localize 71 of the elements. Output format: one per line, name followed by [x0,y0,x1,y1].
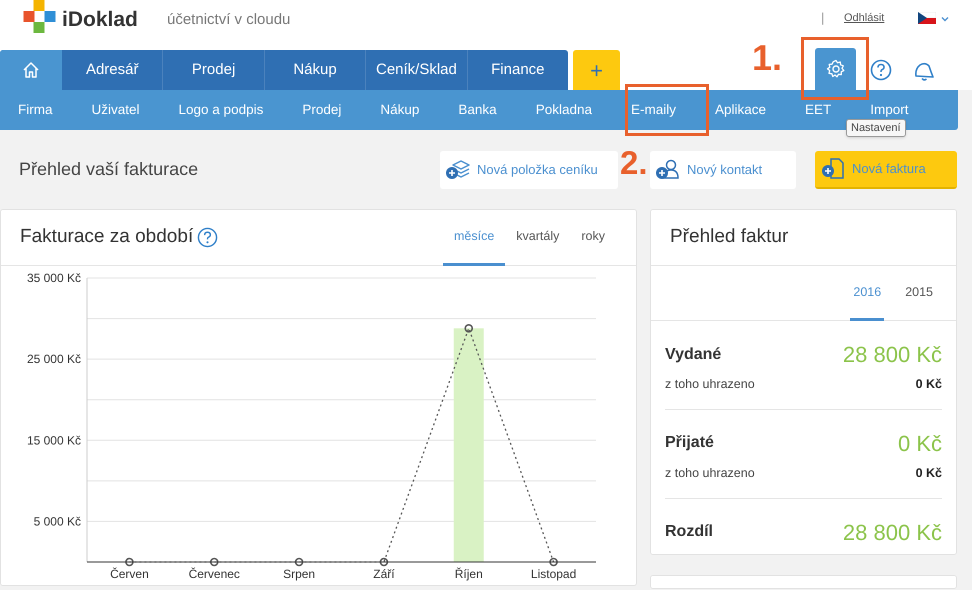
person-plus-icon [655,158,681,181]
help-icon[interactable] [197,227,218,248]
x-tick-label: Září [373,567,395,581]
x-tick-label: Říjen [454,567,483,581]
settings-button[interactable] [815,48,856,90]
year-tab[interactable]: 2016 [850,266,884,321]
tagline: účetnictví v cloudu [167,10,290,30]
data-point [549,558,558,566]
document-plus-icon [820,157,846,180]
sub-nav-link[interactable]: Firma [18,100,52,120]
sub-label: z toho uhrazeno [665,376,755,393]
highlight-frame [801,37,869,100]
data-point [210,558,219,566]
data-point [125,558,134,566]
summary-amount: 0 Kč [898,430,942,458]
period-tab[interactable]: měsíce [443,210,506,266]
summary-amount: 28 800 Kč [842,518,942,546]
layers-plus-icon [445,158,471,181]
year-tab[interactable]: 2015 [902,266,936,321]
card-title: Přehled faktur [670,225,788,250]
add-button[interactable]: + [573,50,620,90]
sub-nav-link[interactable]: Uživatel [92,100,140,120]
summary-amount: 28 800 Kč [842,341,942,369]
x-tick-label: Listopad [530,567,576,581]
sub-amount: 0 Kč [916,464,942,482]
y-tick-label: 5 000 Kč [34,514,81,528]
sub-nav-link[interactable]: Nákup [380,100,420,120]
period-tab[interactable]: kvartály [505,210,570,266]
sub-nav-link[interactable]: EET [805,100,832,120]
sub-nav-link[interactable]: Banka [458,100,497,120]
step-number: 1. [752,40,782,76]
data-point [380,558,388,566]
page-title: Přehled vaší fakturace [19,158,200,181]
sub-nav-link[interactable]: Prodej [302,100,342,120]
period-tab[interactable]: roky [570,210,616,266]
bell-icon[interactable] [912,60,936,82]
sub-nav-link[interactable]: Logo a podpis [178,100,264,120]
y-tick-label: 35 000 Kč [26,271,81,285]
sub-nav-link[interactable]: Import [870,100,909,120]
new-contact-button[interactable]: Nový kontakt [650,150,796,188]
y-tick-label: 15 000 Kč [26,433,81,448]
nav-tab[interactable]: Adresář [62,50,162,90]
new-price-item-button[interactable]: Nová položka ceníku [440,150,618,188]
flag-icon[interactable] [918,12,936,24]
x-tick-label: Červenec [188,567,240,581]
home-icon [22,61,40,79]
sub-nav-link[interactable]: Aplikace [715,100,766,120]
step-number: 2. [620,146,648,179]
help-icon[interactable] [870,59,892,81]
summary-label: Přijaté [665,433,714,454]
home-tab[interactable] [0,50,62,90]
tooltip: Nastavení [846,119,906,137]
sub-amount: 0 Kč [916,376,942,393]
x-tick-label: Červen [110,567,149,581]
brand-name[interactable]: iDoklad [62,4,138,36]
data-point [294,558,304,566]
new-invoice-button[interactable]: Nová faktura [815,150,957,188]
x-tick-label: Srpen [283,567,316,581]
card-title: Fakturace za období [20,225,194,250]
sub-nav-link[interactable]: E-maily [630,100,676,120]
data-point [464,324,474,333]
y-tick-label: 25 000 Kč [26,352,81,366]
summary-label: Rozdíl [665,522,713,542]
sub-nav-link[interactable]: Pokladna [536,100,592,120]
logo-icon[interactable] [23,0,56,33]
settings-icon [826,59,846,79]
sub-label: z toho uhrazeno [665,464,755,482]
logout-link[interactable]: Odhlásit [844,10,884,26]
summary-label: Vydané [665,344,722,364]
chevron-down-icon[interactable] [941,16,949,22]
separator: | [821,9,824,27]
